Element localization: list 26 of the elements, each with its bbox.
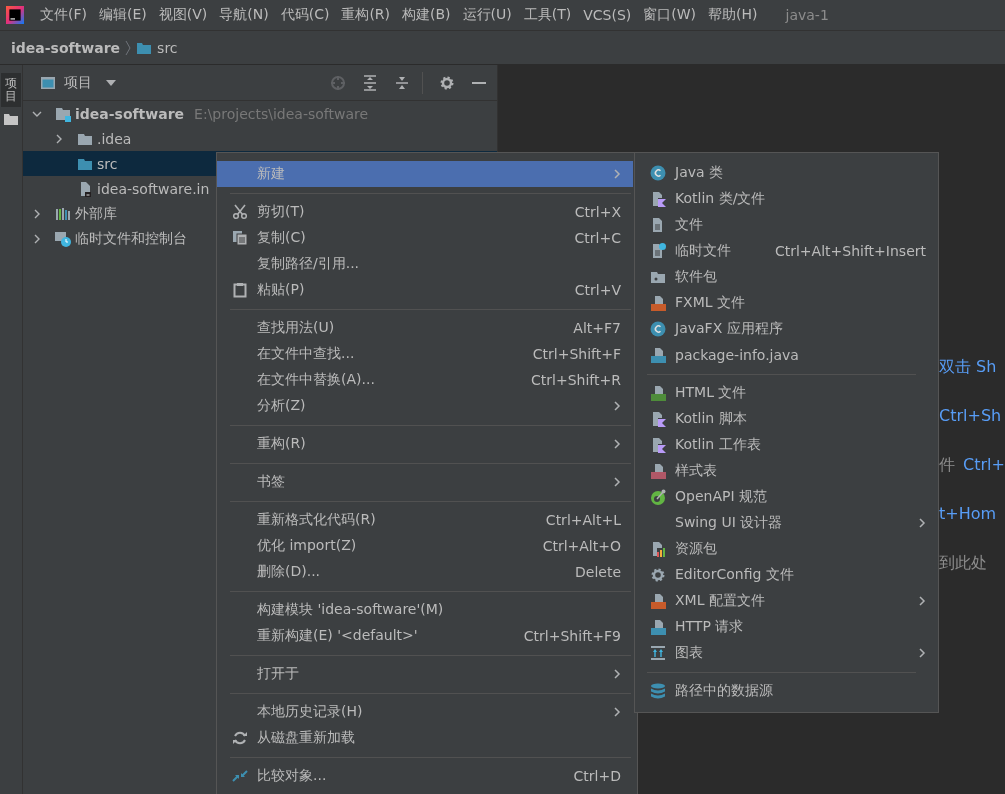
editor-hint: t+Hom (939, 503, 997, 525)
editor-hint: Ctrl+Sh (939, 405, 1002, 427)
shortcut-label: Alt+F7 (573, 320, 621, 336)
shortcut-label: Ctrl+C (574, 230, 621, 246)
editor-hint: 件 (939, 454, 955, 476)
window-title: java-1 (785, 7, 829, 23)
shortcut-label: Ctrl+Shift+F9 (523, 628, 621, 644)
tree-label: idea-software (75, 105, 185, 122)
tree-label: 临时文件和控制台 (75, 229, 187, 248)
shortcut-label: Delete (575, 564, 621, 580)
tree-label: 外部库 (75, 204, 117, 223)
shortcut-label: Ctrl+Shift+R (531, 372, 621, 388)
tree-label: .idea (97, 130, 132, 147)
editor-hint: 双击 Sh (939, 356, 997, 378)
tree-label: src (97, 155, 118, 172)
shortcut-label: Ctrl+X (574, 204, 621, 220)
shortcut-label: Ctrl+Shift+F (532, 346, 621, 362)
tree-label: idea-software.in (97, 180, 210, 197)
shortcut-label: Ctrl+Alt+O (542, 538, 621, 554)
shortcut-label: Ctrl+Alt+L (545, 512, 621, 528)
shortcut-label: Ctrl+D (573, 768, 621, 784)
editor-hint: 到此处 (939, 552, 987, 574)
shortcut-label: Ctrl+V (574, 282, 621, 298)
shortcut-label: Ctrl+Alt+Shift+Insert (774, 243, 926, 259)
editor-hint: Ctrl+ (963, 454, 1005, 476)
project-path: E:\projects\idea-software (194, 105, 369, 122)
